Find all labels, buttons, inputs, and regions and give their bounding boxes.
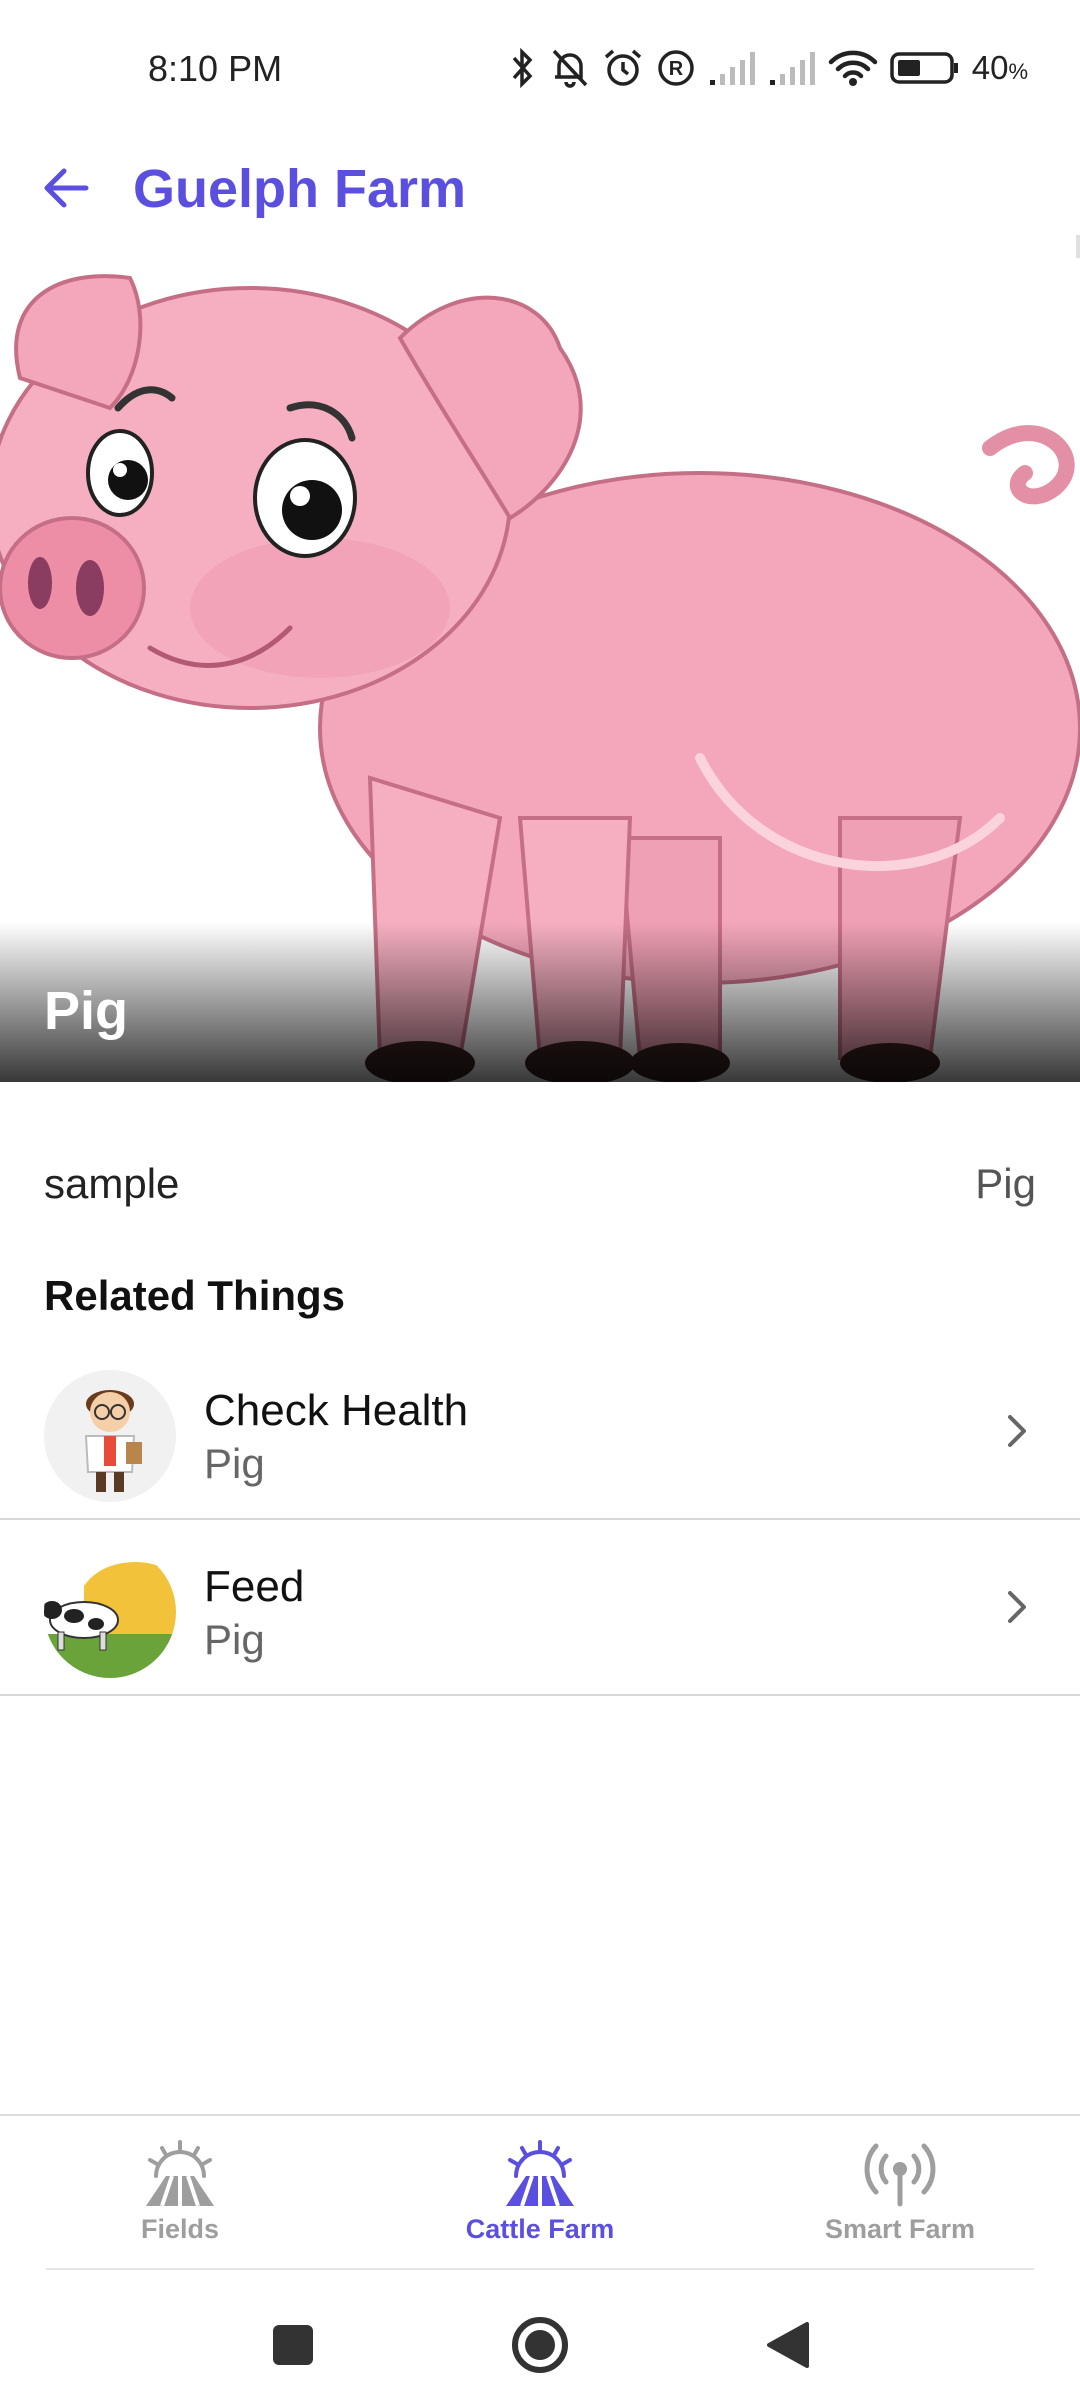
doctor-avatar [44, 1370, 176, 1502]
system-nav-bar [0, 2280, 1080, 2400]
nav-label-cattle-farm: Cattle Farm [465, 2214, 615, 2244]
app-bar: Guelph Farm [0, 130, 1080, 390]
wifi-icon [828, 50, 877, 86]
back-button[interactable] [30, 152, 102, 224]
list-item-check-health[interactable]: Check Health Pig [0, 1346, 1080, 1520]
section-title: Related Things [44, 1272, 346, 1319]
detail-row: sample Pig [0, 1150, 1080, 1220]
nav-item-fields[interactable]: Fields [50, 2138, 310, 2258]
signal-icon [769, 52, 815, 85]
svg-text:R: R [668, 58, 683, 80]
square-icon [273, 2325, 313, 2365]
divider [46, 2268, 1034, 2270]
nav-item-cattle-farm[interactable]: Cattle Farm [410, 2138, 670, 2258]
detail-value: Pig [975, 1160, 1036, 1207]
item-subtitle: Pig [204, 1440, 265, 1487]
chevron-right-icon [992, 1582, 1042, 1632]
registered-icon: R [657, 50, 694, 86]
cow-hay-image [44, 1546, 176, 1678]
detail-key: sample [44, 1160, 180, 1207]
bluetooth-icon [512, 48, 533, 88]
nav-item-smart-farm[interactable]: Smart Farm [770, 2138, 1030, 2258]
status-bar: 8:10 PM R 40% [0, 0, 1080, 140]
list-item-feed[interactable]: Feed Pig [0, 1522, 1080, 1696]
battery-percent: 40% [971, 49, 1028, 86]
antenna-icon [864, 2143, 936, 2207]
hero-title: Pig [44, 981, 129, 1041]
arrow-left-icon [44, 168, 89, 208]
chevron-right-icon [992, 1406, 1042, 1456]
cattle-farm-icon [506, 2140, 574, 2207]
fields-icon [146, 2140, 214, 2207]
hero-image: Pig [0, 258, 1080, 1082]
recents-button[interactable] [258, 2310, 328, 2380]
signal-icon [709, 52, 755, 85]
hero-gradient [0, 922, 1080, 1082]
status-time: 8:10 PM [148, 48, 283, 89]
page-title: Guelph Farm [133, 159, 467, 219]
item-subtitle: Pig [204, 1616, 265, 1663]
item-title: Feed [204, 1562, 305, 1611]
battery-icon [889, 52, 958, 84]
bell-off-icon [552, 49, 587, 88]
item-title: Check Health [204, 1386, 469, 1435]
home-button[interactable] [505, 2310, 575, 2380]
nav-label-fields: Fields [140, 2214, 220, 2244]
nav-label-smart-farm: Smart Farm [824, 2214, 976, 2244]
triangle-back-icon [767, 2322, 809, 2368]
circle-home-icon [512, 2317, 568, 2373]
alarm-icon [604, 49, 641, 86]
bottom-nav: Fields Cattle Farm Smart Farm [0, 2114, 1080, 2270]
status-icons: R 40% [508, 44, 1028, 92]
back-nav-button[interactable] [752, 2310, 822, 2380]
